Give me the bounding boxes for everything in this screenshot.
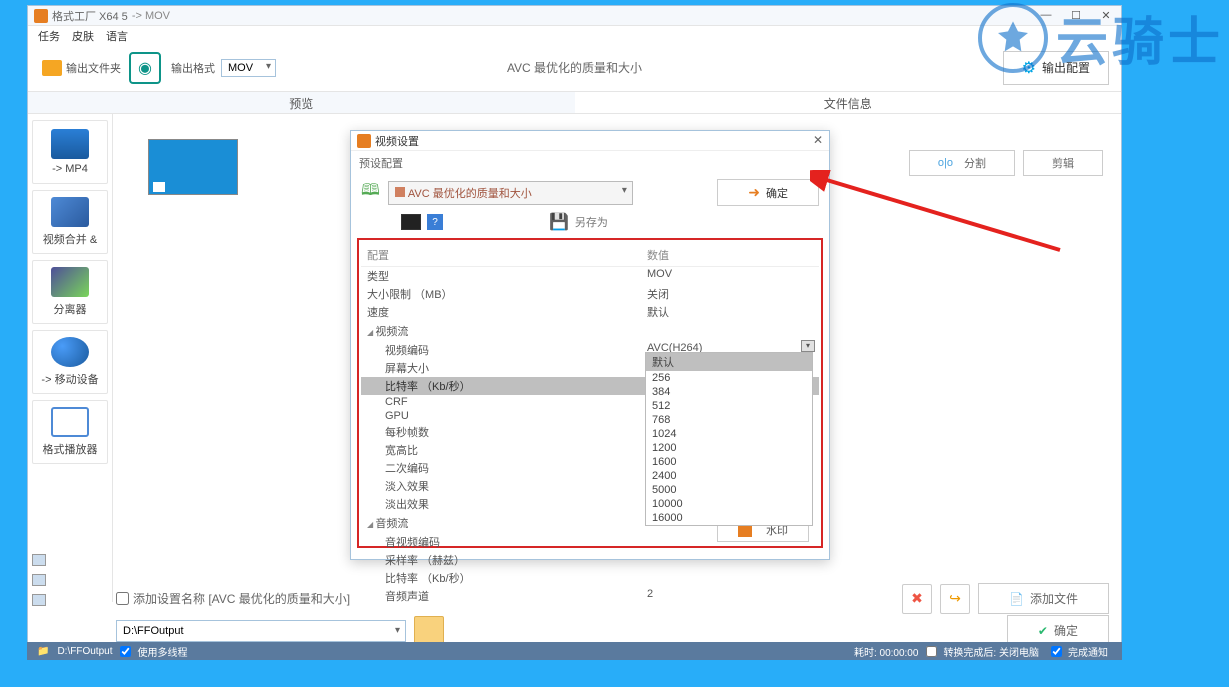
output-path-select[interactable]: D:\FFOutput: [116, 620, 406, 642]
app-title: 格式工厂 X64 5: [52, 8, 128, 24]
sidebar-item-player[interactable]: 格式播放器: [32, 400, 108, 464]
engine-icon[interactable]: ◉: [129, 52, 161, 84]
table-row[interactable]: 音频声道2: [361, 587, 819, 605]
col-value: 数值: [647, 247, 669, 263]
bitrate-dropdown-button[interactable]: ▾: [801, 340, 815, 352]
dropdown-option[interactable]: 默认: [646, 353, 812, 371]
dropdown-option[interactable]: 768: [646, 413, 812, 427]
remove-button[interactable]: ✖: [902, 584, 932, 614]
save-icon[interactable]: 💾: [549, 212, 569, 232]
section-video[interactable]: 视频流: [361, 321, 819, 341]
output-folder-button[interactable]: 输出文件夹: [34, 56, 129, 80]
dropdown-option[interactable]: 1024: [646, 427, 812, 441]
tab-preview[interactable]: 预览: [28, 92, 575, 113]
dropdown-option[interactable]: 256: [646, 371, 812, 385]
preset-icon: 🕮: [361, 179, 380, 206]
dock-icon[interactable]: [32, 574, 46, 586]
menu-skin[interactable]: 皮肤: [66, 26, 100, 44]
sidebar-item-merge[interactable]: 视频合并 &: [32, 190, 108, 254]
toolbar: 输出文件夹 ◉ 输出格式 MOV AVC 最优化的质量和大小 ⚙ 输出配置: [28, 44, 1121, 92]
preset-select[interactable]: AVC 最优化的质量和大小: [388, 181, 633, 205]
breadcrumb: -> MOV: [132, 10, 170, 22]
add-config-name-checkbox[interactable]: 添加设置名称 [AVC 最优化的质量和大小]: [116, 590, 350, 607]
export-button[interactable]: ↪: [940, 584, 970, 614]
page-watermark: 云骑士: [978, 0, 1224, 75]
preset-label: 预设配置: [351, 151, 829, 175]
dropdown-option[interactable]: 5000: [646, 483, 812, 497]
cmd-icon[interactable]: [401, 214, 421, 230]
arrow-icon: ➜: [748, 184, 760, 201]
dropdown-option[interactable]: 2400: [646, 469, 812, 483]
modal-ok-button[interactable]: ➜确定: [717, 179, 819, 206]
output-format-label: 输出格式: [171, 60, 215, 76]
status-path: D:\FFOutput: [57, 646, 112, 657]
notify-checkbox[interactable]: 完成通知: [1051, 644, 1112, 659]
check-icon: ✔: [1038, 624, 1048, 638]
dropdown-option[interactable]: 1200: [646, 441, 812, 455]
table-row[interactable]: 大小限制 （MB）关闭: [361, 285, 819, 303]
dropdown-option[interactable]: 512: [646, 399, 812, 413]
save-as-label: 另存为: [575, 214, 608, 230]
table-row[interactable]: 类型MOV: [361, 267, 819, 285]
status-folder-icon: 📁: [37, 646, 49, 657]
modal-close-button[interactable]: ✕: [813, 133, 823, 147]
dropdown-option[interactable]: 384: [646, 385, 812, 399]
file-add-icon: 📄: [1009, 592, 1024, 606]
table-row[interactable]: 速度默认: [361, 303, 819, 321]
titlebar: 格式工厂 X64 5 -> MOV — ☐ ✕: [28, 6, 1121, 26]
sidebar-item-splitter[interactable]: 分离器: [32, 260, 108, 324]
bitrate-dropdown-list: 默认 256 384 512 768 1024 1200 1600 2400 5…: [645, 352, 813, 526]
folder-icon: [42, 60, 62, 76]
dock-icon[interactable]: [32, 554, 46, 566]
tab-fileinfo[interactable]: 文件信息: [575, 92, 1122, 113]
multithread-checkbox[interactable]: 使用多线程: [120, 644, 191, 659]
table-row[interactable]: 比特率 （Kb/秒）: [361, 569, 819, 587]
sidebar: -> MP4 视频合并 & 分离器 -> 移动设备 格式播放器: [28, 114, 113, 602]
tabbar: 预览 文件信息: [28, 92, 1121, 114]
dock-icon[interactable]: [32, 594, 46, 606]
preview-thumb[interactable]: [148, 139, 238, 195]
menu-lang[interactable]: 语言: [100, 26, 134, 44]
dropdown-option[interactable]: 16000: [646, 511, 812, 525]
export-icon: ↪: [949, 590, 961, 607]
status-elapsed: 耗时: 00:00:00: [854, 644, 918, 659]
add-file-button[interactable]: 📄添加文件: [978, 583, 1109, 614]
menubar: 任务 皮肤 语言: [28, 26, 1121, 44]
format-select[interactable]: MOV: [221, 59, 276, 77]
modal-titlebar: 视频设置 ✕: [351, 131, 829, 151]
settings-area: 配置数值 类型MOV 大小限制 （MB）关闭 速度默认 视频流 视频编码AVC(…: [357, 238, 823, 548]
split-button[interactable]: o|o 分割: [909, 150, 1015, 176]
sidebar-item-mp4[interactable]: -> MP4: [32, 120, 108, 184]
menu-task[interactable]: 任务: [32, 26, 66, 44]
browse-folder-button[interactable]: [414, 616, 444, 646]
sidebar-item-mobile[interactable]: -> 移动设备: [32, 330, 108, 394]
help-icon[interactable]: ?: [427, 214, 443, 230]
app-icon: [34, 9, 48, 23]
table-row[interactable]: 采样率 （赫兹）: [361, 551, 819, 569]
left-dock: [32, 554, 50, 624]
remove-icon: ✖: [911, 590, 923, 607]
dropdown-option[interactable]: 1600: [646, 455, 812, 469]
status-bar: 📁 D:\FFOutput 使用多线程 耗时: 00:00:00 转换完成后: …: [27, 642, 1122, 660]
cut-button[interactable]: 剪辑: [1023, 150, 1103, 176]
modal-icon: [357, 134, 371, 148]
video-settings-modal: 视频设置 ✕ 预设配置 🕮 AVC 最优化的质量和大小 ➜确定 ? 💾 另存为 …: [350, 130, 830, 560]
after-conv-checkbox[interactable]: 转换完成后: 关闭电脑: [926, 644, 1043, 659]
profile-label: AVC 最优化的质量和大小: [507, 59, 642, 76]
dropdown-option[interactable]: 10000: [646, 497, 812, 511]
col-config: 配置: [367, 247, 647, 263]
